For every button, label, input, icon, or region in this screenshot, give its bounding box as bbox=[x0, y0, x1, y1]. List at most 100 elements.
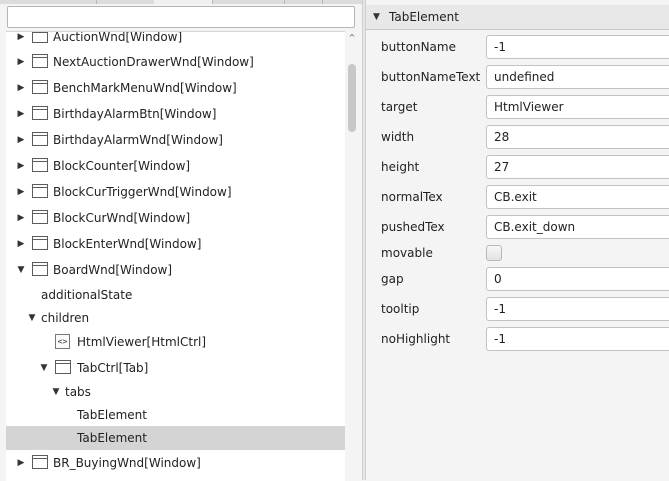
property-label: normalTex bbox=[381, 190, 443, 204]
tree-item[interactable]: ▶ BlockCounter[Window] bbox=[6, 154, 345, 178]
tab-segment[interactable] bbox=[284, 0, 323, 4]
tree-item-label: BoardWnd[Window] bbox=[53, 263, 173, 277]
tree-pane: ▶ AuctionWnd[Window] ▶ NextAuctionDrawer… bbox=[0, 0, 362, 481]
window-icon bbox=[32, 210, 48, 224]
expand-arrow-icon[interactable]: ▶ bbox=[15, 128, 27, 152]
gap-field[interactable]: 0 bbox=[486, 267, 669, 291]
scroll-up-icon[interactable]: ^ bbox=[345, 31, 359, 45]
tree-item-label: TabElement bbox=[77, 431, 147, 445]
expand-arrow-icon[interactable]: ▶ bbox=[15, 76, 27, 100]
tree-item-label: BenchMarkMenuWnd[Window] bbox=[53, 81, 237, 95]
expand-arrow-icon[interactable]: ▶ bbox=[15, 50, 27, 74]
tree-item[interactable]: ▼ children bbox=[6, 306, 345, 330]
width-field[interactable]: 28 bbox=[486, 125, 669, 149]
window-icon bbox=[32, 80, 48, 94]
properties-pane: ▼ TabElement buttonName -1 buttonNameTex… bbox=[366, 0, 669, 480]
collapse-arrow-icon[interactable]: ▼ bbox=[373, 5, 380, 29]
tree-item[interactable]: ▼ tabs bbox=[6, 380, 345, 404]
property-label: buttonName bbox=[381, 40, 456, 54]
window-icon bbox=[32, 184, 48, 198]
tree-item[interactable]: ▶ BR_BuyingWnd[Window] bbox=[6, 451, 345, 475]
html-control-icon: <> bbox=[55, 334, 70, 349]
tree-item-label: additionalState bbox=[41, 288, 133, 302]
tooltip-field[interactable]: -1 bbox=[486, 297, 669, 321]
height-field[interactable]: 27 bbox=[486, 155, 669, 179]
tree-item-label: BirthdayAlarmWnd[Window] bbox=[53, 133, 223, 147]
window-icon bbox=[32, 455, 48, 469]
window-icon bbox=[32, 54, 48, 68]
property-label: tooltip bbox=[381, 302, 420, 316]
collapse-arrow-icon[interactable]: ▼ bbox=[15, 258, 27, 282]
tab-strip bbox=[0, 0, 362, 4]
tree-item-label: BlockCurWnd[Window] bbox=[53, 211, 191, 225]
tree-item-label: NextAuctionDrawerWnd[Window] bbox=[53, 55, 254, 69]
target-field[interactable]: HtmlViewer bbox=[486, 95, 669, 119]
tree-item[interactable]: <> HtmlViewer[HtmlCtrl] bbox=[6, 330, 345, 354]
property-label: noHighlight bbox=[381, 332, 451, 346]
tree-item-label: AuctionWnd[Window] bbox=[53, 31, 183, 44]
window-icon bbox=[32, 236, 48, 250]
tree-item[interactable]: ▶ AuctionWnd[Window] bbox=[6, 31, 345, 49]
tree-item[interactable]: ▶ BirthdayAlarmWnd[Window] bbox=[6, 128, 345, 152]
buttonnametext-field[interactable]: undefined bbox=[486, 65, 669, 89]
tree-item-label: BirthdayAlarmBtn[Window] bbox=[53, 107, 217, 121]
tree-item[interactable]: ▶ BirthdayAlarmBtn[Window] bbox=[6, 102, 345, 126]
vertical-scrollbar[interactable]: ^ bbox=[345, 31, 359, 480]
property-label: target bbox=[381, 100, 418, 114]
window-icon bbox=[32, 262, 48, 276]
movable-checkbox[interactable] bbox=[486, 245, 502, 261]
window-icon bbox=[32, 158, 48, 172]
search-input[interactable] bbox=[7, 6, 355, 28]
tree-item-label: TabElement bbox=[77, 408, 147, 422]
expand-arrow-icon[interactable]: ▶ bbox=[15, 102, 27, 126]
window-icon bbox=[32, 132, 48, 146]
tree-item[interactable]: ▶ BenchMarkMenuWnd[Window] bbox=[6, 76, 345, 100]
property-label: width bbox=[381, 130, 415, 144]
tab-segment-active[interactable] bbox=[154, 0, 213, 4]
expand-arrow-icon[interactable]: ▶ bbox=[15, 451, 27, 475]
tree-item-label: children bbox=[41, 311, 90, 325]
expand-arrow-icon[interactable]: ▶ bbox=[15, 32, 27, 49]
tab-segment[interactable] bbox=[0, 0, 97, 4]
expand-arrow-icon[interactable]: ▶ bbox=[15, 206, 27, 230]
tree-item-label: tabs bbox=[65, 385, 91, 399]
buttonname-field[interactable]: -1 bbox=[486, 35, 669, 59]
property-label: movable bbox=[381, 246, 433, 260]
window-icon bbox=[32, 106, 48, 120]
expand-arrow-icon[interactable]: ▶ bbox=[15, 232, 27, 256]
tree-item-label: BR_BuyingWnd[Window] bbox=[53, 456, 201, 470]
tree-item[interactable]: ▶ BlockCurWnd[Window] bbox=[6, 206, 345, 230]
property-label: pushedTex bbox=[381, 220, 445, 234]
collapse-arrow-icon[interactable]: ▼ bbox=[38, 356, 50, 380]
tree-item[interactable]: ▶ NextAuctionDrawerWnd[Window] bbox=[6, 50, 345, 74]
properties-title: TabElement bbox=[389, 10, 459, 24]
nohighlight-field[interactable]: -1 bbox=[486, 327, 669, 351]
tree-item-label: BlockCounter[Window] bbox=[53, 159, 191, 173]
collapse-arrow-icon[interactable]: ▼ bbox=[50, 380, 62, 404]
property-label: gap bbox=[381, 272, 404, 286]
properties-header[interactable]: ▼ TabElement bbox=[366, 5, 669, 30]
tree-item[interactable]: ▶ BlockEnterWnd[Window] bbox=[6, 232, 345, 256]
tree-item[interactable]: ▼ TabCtrl[Tab] bbox=[6, 356, 345, 380]
tree-item[interactable]: ▶ BlockCurTriggerWnd[Window] bbox=[6, 180, 345, 204]
pushedtex-field[interactable]: CB.exit_down bbox=[486, 215, 669, 239]
tree-view: ▶ AuctionWnd[Window] ▶ NextAuctionDrawer… bbox=[6, 31, 345, 481]
tree-item-selected[interactable]: TabElement bbox=[6, 426, 345, 450]
tree-item[interactable]: ▼ BoardWnd[Window] bbox=[6, 258, 345, 282]
tree-item-label: BlockCurTriggerWnd[Window] bbox=[53, 185, 232, 199]
collapse-arrow-icon[interactable]: ▼ bbox=[26, 306, 38, 330]
tree-item-label: HtmlViewer[HtmlCtrl] bbox=[77, 335, 207, 349]
scroll-thumb[interactable] bbox=[348, 64, 356, 132]
tree-item-label: BlockEnterWnd[Window] bbox=[53, 237, 202, 251]
tree-item[interactable]: additionalState bbox=[6, 283, 345, 307]
window-icon bbox=[32, 32, 48, 43]
tab-control-icon bbox=[55, 360, 71, 374]
tab-segment[interactable] bbox=[212, 0, 285, 4]
tab-segment[interactable] bbox=[96, 0, 155, 4]
expand-arrow-icon[interactable]: ▶ bbox=[15, 154, 27, 178]
tree-item-label: TabCtrl[Tab] bbox=[77, 361, 149, 375]
tree-item[interactable]: TabElement bbox=[6, 403, 345, 427]
normaltex-field[interactable]: CB.exit bbox=[486, 185, 669, 209]
expand-arrow-icon[interactable]: ▶ bbox=[15, 180, 27, 204]
property-label: buttonNameText bbox=[381, 70, 481, 84]
